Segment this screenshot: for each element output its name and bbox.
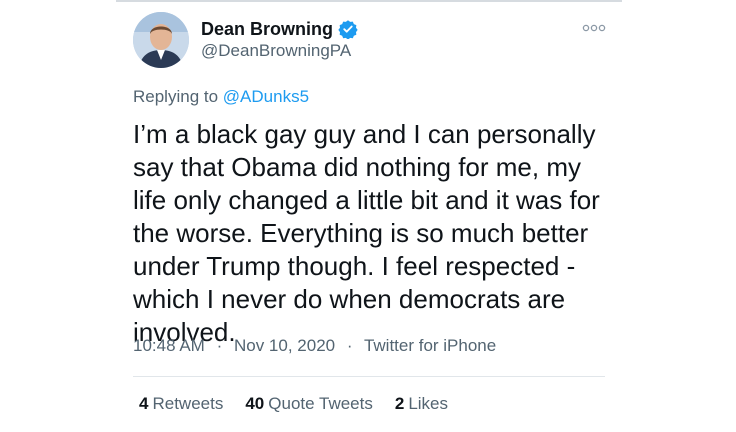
tweet-meta: 10:48 AM · Nov 10, 2020 · Twitter for iP… (133, 336, 496, 356)
retweets-label: Retweets (152, 394, 224, 413)
tweet-time[interactable]: 10:48 AM (133, 336, 205, 355)
tweet-client[interactable]: Twitter for iPhone (364, 336, 496, 355)
stats-divider (133, 376, 605, 377)
tweet-text: I’m a black gay guy and I can personally… (133, 119, 600, 347)
quote-tweets-stat[interactable]: 40 Quote Tweets (245, 394, 373, 414)
tweet-stats: 4 Retweets 40 Quote Tweets 2 Likes (139, 394, 470, 414)
avatar-photo (133, 12, 189, 68)
top-divider (116, 0, 622, 2)
meta-separator: · (216, 336, 223, 355)
verified-badge-icon (338, 19, 358, 40)
likes-label: Likes (408, 394, 449, 413)
likes-count: 2 (394, 394, 405, 413)
quote-tweets-label: Quote Tweets (268, 394, 373, 413)
retweets-stat[interactable]: 4 Retweets (139, 394, 223, 414)
meta-separator: · (346, 336, 353, 355)
author-name[interactable]: Dean Browning (201, 19, 333, 40)
quote-tweets-count: 40 (245, 394, 265, 413)
replying-to-label: Replying to (133, 87, 219, 106)
replying-to: Replying to @ADunks5 (133, 87, 309, 107)
avatar[interactable] (133, 12, 189, 68)
likes-stat[interactable]: 2 Likes (395, 394, 448, 414)
author-name-row[interactable]: Dean Browning (201, 17, 358, 41)
more-options-icon[interactable] (582, 21, 606, 35)
author-handle[interactable]: @DeanBrowningPA (201, 41, 351, 61)
reply-target-link[interactable]: @ADunks5 (223, 87, 309, 106)
retweets-count: 4 (139, 394, 149, 413)
tweet-date[interactable]: Nov 10, 2020 (234, 336, 335, 355)
